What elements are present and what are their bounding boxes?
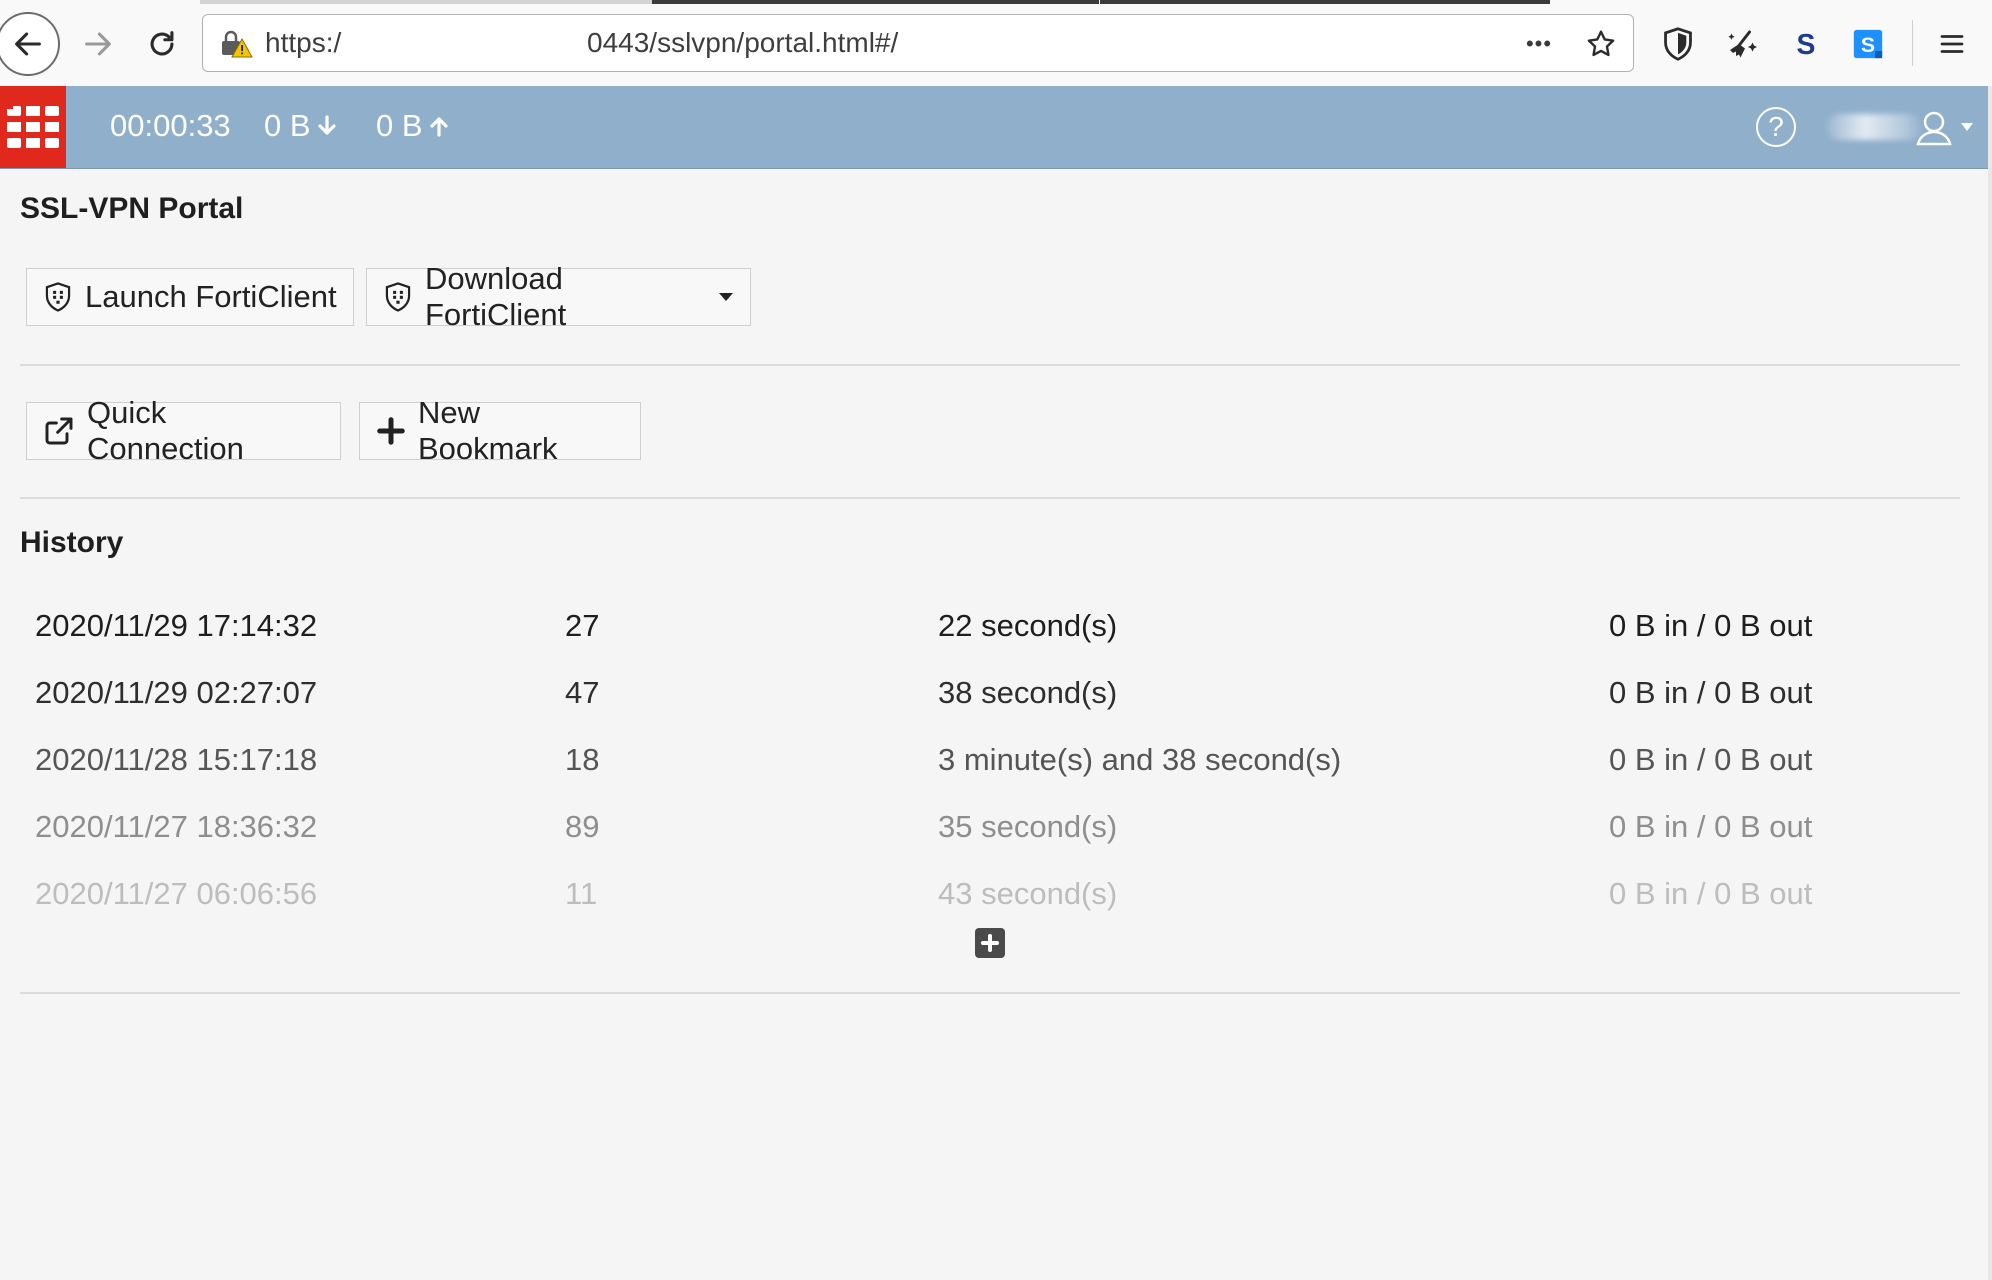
history-row: 2020/11/29 17:14:32 27 22 second(s) 0 B … [0,596,1992,663]
history-date: 2020/11/29 17:14:32 [35,608,318,643]
app-menu-button[interactable] [1930,22,1974,66]
history-date: 2020/11/28 15:17:18 [35,742,318,777]
reload-button[interactable] [138,20,186,68]
page-title: SSL-VPN Portal [20,192,244,225]
bytes-received: 0 B [264,108,337,144]
history-bytes: 0 B in / 0 B out [1609,675,1813,710]
help-button[interactable]: ? [1756,107,1796,147]
section-divider [20,992,1960,994]
plus-icon [377,417,405,445]
username-redacted [1826,114,1922,140]
tracking-shield-button[interactable] [1656,22,1700,66]
show-more-history-button[interactable] [975,928,1005,958]
page-scroll-edge [1988,86,1992,1280]
history-row: 2020/11/28 15:17:18 18 3 minute(s) and 3… [0,730,1992,797]
quick-connection-button[interactable]: Quick Connection [26,395,341,466]
history-duration: 22 second(s) [938,608,1118,643]
portal-header-bar: 00:00:33 0 B 0 B ? [0,86,1992,169]
history-row: 2020/11/27 06:06:56 11 43 second(s) 0 B … [0,864,1992,931]
plus-square-icon [981,934,999,952]
external-link-icon [45,417,73,445]
extension-broom-button[interactable] [1720,22,1764,66]
s-letter-icon: S [1797,29,1816,61]
more-horizontal-icon: ••• [1525,31,1553,56]
history-duration: 43 second(s) [938,876,1118,911]
toolbar-separator [1912,20,1913,66]
session-timer: 00:00:33 [110,108,231,144]
star-icon [1587,30,1615,57]
new-bookmark-button[interactable]: New Bookmark [359,395,641,466]
history-count: 11 [565,876,598,911]
history-bytes: 0 B in / 0 B out [1609,608,1813,643]
launch-forticlient-label: Launch FortiClient [85,279,337,314]
forticlient-shield-icon [385,282,411,312]
launch-forticlient-button[interactable]: Launch FortiClient [26,268,354,326]
forticlient-shield-icon [45,282,71,312]
page-actions-button[interactable]: ••• [1519,24,1559,64]
download-forticlient-button[interactable]: Download FortiClient [366,261,751,332]
browser-toolbar: https:/ 0443/sslvpn/portal.html#/ ••• S … [0,0,1992,87]
user-menu-dropdown[interactable] [1826,104,1976,150]
bytes-up-value: 0 B [376,108,423,143]
fortinet-logo [0,86,66,168]
history-duration: 38 second(s) [938,675,1118,710]
history-date: 2020/11/29 02:27:07 [35,675,318,710]
broom-sparkle-icon [1728,30,1757,58]
history-date: 2020/11/27 06:06:56 [35,876,318,911]
history-duration: 35 second(s) [938,809,1118,844]
url-redaction [345,19,585,69]
caret-down-icon [719,293,733,301]
bytes-sent: 0 B [376,108,449,144]
history-bytes: 0 B in / 0 B out [1609,742,1813,777]
bookmark-star-button[interactable] [1581,24,1621,64]
svg-text:S: S [1797,29,1816,61]
url-scheme: https:/ [265,27,342,58]
history-count: 18 [565,742,600,777]
caret-down-icon [1961,123,1973,131]
section-divider [20,497,1960,499]
section-divider [20,364,1960,366]
address-bar[interactable]: https:/ 0443/sslvpn/portal.html#/ ••• [202,14,1634,72]
download-forticlient-label: Download FortiClient [425,261,567,332]
arrow-up-icon [429,117,448,137]
history-duration: 3 minute(s) and 38 second(s) [938,742,1342,777]
forward-button[interactable] [74,20,122,68]
back-button[interactable] [0,12,60,76]
insecure-lock-icon [222,30,253,58]
hamburger-menu-icon [1940,35,1964,53]
arrow-right-icon [85,32,111,56]
new-bookmark-label: New Bookmark [418,395,558,466]
session-time-value: 00:00:33 [110,108,231,143]
history-row: 2020/11/27 18:36:32 89 35 second(s) 0 B … [0,797,1992,864]
tab-strip [0,0,1992,4]
history-count: 89 [565,809,600,844]
history-count: 27 [565,608,600,643]
url-path: 0443/sslvpn/portal.html#/ [587,27,899,58]
bytes-down-value: 0 B [264,108,311,143]
history-bytes: 0 B in / 0 B out [1609,876,1813,911]
reload-icon [150,31,174,56]
s-badge-icon: S [1853,29,1883,59]
user-icon [1916,111,1952,146]
history-date: 2020/11/27 18:36:32 [35,809,318,844]
history-count: 47 [565,675,600,710]
quick-connection-label: Quick Connection [87,395,244,466]
extension-skype-button[interactable]: S [1846,22,1890,66]
extension-s-button[interactable]: S [1784,22,1828,66]
question-mark-icon: ? [1768,111,1784,142]
svg-text:S: S [1861,33,1875,57]
shield-icon [1664,27,1692,61]
arrow-down-icon [317,115,336,135]
history-title: History [20,526,124,559]
history-row: 2020/11/29 02:27:07 47 38 second(s) 0 B … [0,663,1992,730]
history-bytes: 0 B in / 0 B out [1609,809,1813,844]
fortinet-grid-icon [7,106,59,148]
arrow-left-icon [15,32,41,56]
